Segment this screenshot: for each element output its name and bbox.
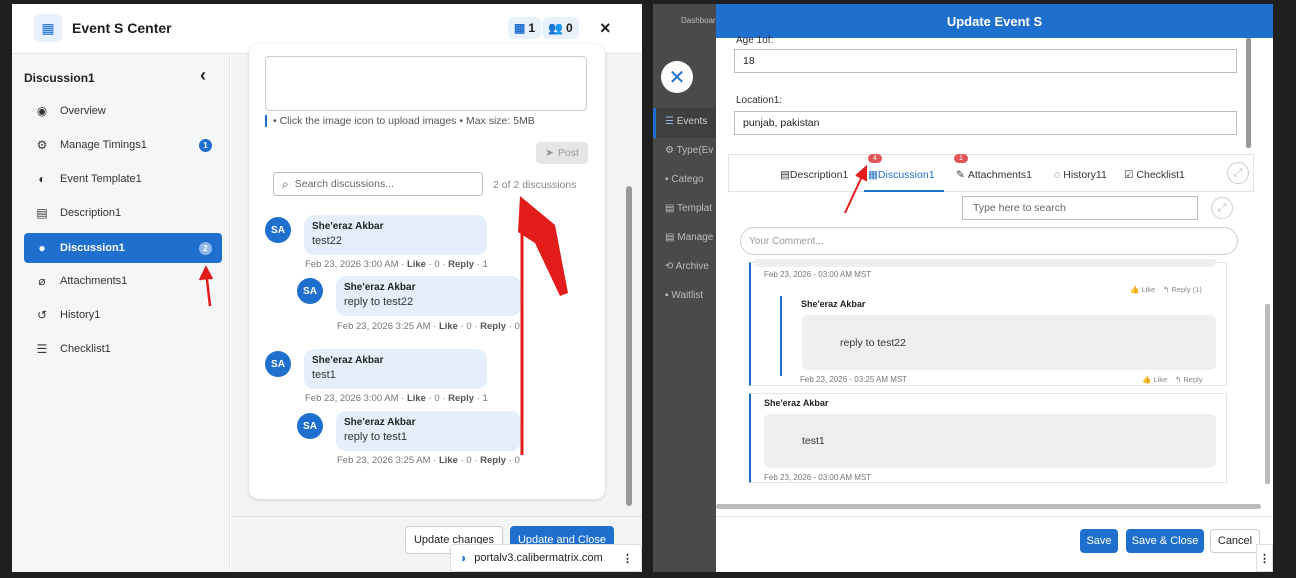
arrow-sidebar <box>198 265 214 307</box>
annotation-overlay <box>198 164 867 455</box>
arrow-discussion-tab <box>844 164 867 214</box>
arrow-count-large <box>518 196 568 455</box>
